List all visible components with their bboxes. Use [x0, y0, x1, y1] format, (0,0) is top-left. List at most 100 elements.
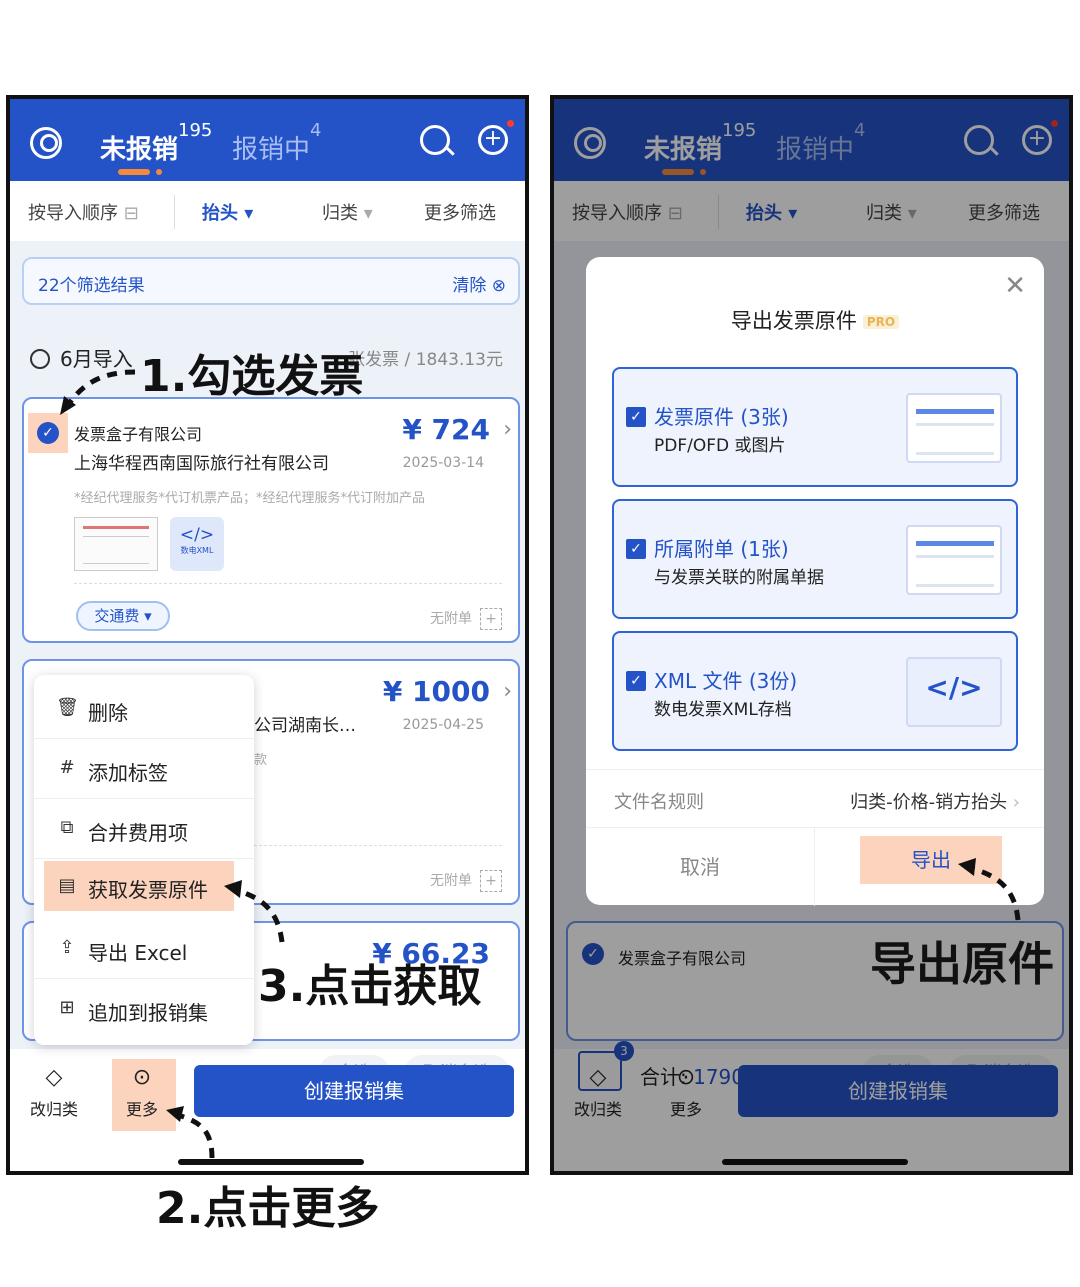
filter-result-bar: 22个筛选结果 清除 ⊗ — [22, 257, 520, 305]
menu-item-merge[interactable]: ⧉ 合并费用项 — [34, 799, 254, 859]
tab-count: 195 — [178, 120, 213, 142]
menu-item-append-report[interactable]: ⊞ 追加到报销集 — [34, 979, 254, 1039]
more-filter-label: 更多筛选 — [424, 203, 496, 224]
recategorize-label: 改归类 — [30, 1100, 79, 1119]
xml-code-icon: </> — [906, 657, 1002, 727]
option-attachments[interactable]: ✓ 所属附单 (1张) 与发票关联的附属单据 — [612, 499, 1018, 619]
search-icon[interactable] — [420, 125, 450, 155]
tab-in-progress[interactable]: 报销中4 — [232, 120, 321, 166]
checkbox-checked-icon[interactable]: ✓ — [626, 407, 646, 427]
attachment-status[interactable]: 无附单 + — [430, 867, 502, 893]
checked-icon[interactable]: ✓ — [37, 422, 59, 444]
attachment-status[interactable]: 无附单 + — [430, 605, 502, 631]
clear-button[interactable]: 清除 ⊗ — [452, 271, 506, 296]
tab-label: 报销中 — [232, 135, 311, 165]
home-indicator — [178, 1159, 364, 1165]
tab-label: 未报销 — [100, 135, 179, 165]
divider — [74, 583, 502, 584]
annotation-step1: 1.勾选发票 — [140, 351, 364, 402]
category-label: 归类 — [322, 203, 358, 224]
invoice-date: 2025-03-14 — [402, 455, 484, 471]
group-header[interactable]: 6月导入 — [30, 343, 133, 372]
export-button[interactable]: 导出 — [860, 836, 1002, 884]
group-summary: 张发票 / 1843.13元 — [348, 350, 503, 370]
chevron-right-icon[interactable]: › — [503, 679, 512, 704]
cancel-button[interactable]: 取消 — [586, 828, 815, 906]
more-dots-icon: ⊙ — [132, 1065, 152, 1090]
invoice-amount: ¥ 1000 — [382, 675, 490, 708]
create-report-button[interactable]: 创建报销集 — [194, 1065, 514, 1117]
option-xml-files[interactable]: ✓ XML 文件 (3份) 数电发票XML存档 </> — [612, 631, 1018, 751]
divider — [174, 195, 175, 229]
tag-label: 交通费 — [94, 607, 140, 625]
dialog-footer: 取消 导出 — [586, 827, 1044, 906]
more-label: 更多 — [126, 1100, 159, 1119]
buyer-name: 公司湖南长… — [254, 716, 356, 736]
sort-icon: ⊟ — [123, 203, 139, 224]
more-button[interactable]: ⊙ 更多 — [126, 1065, 158, 1120]
chevron-right-icon: › — [1007, 792, 1020, 813]
document-icon: ▤ — [58, 875, 76, 896]
add-icon[interactable]: + — [478, 120, 514, 155]
pro-badge: PRO — [862, 315, 900, 329]
group-checkbox[interactable] — [30, 349, 50, 369]
file-name-rule-row[interactable]: 文件名规则 归类-价格-销方抬头 › — [586, 769, 1044, 825]
tab-unreimbursed[interactable]: 未报销195 — [100, 120, 212, 175]
phone-screen-right: 未报销195 报销中4 + 按导入顺序 ⊟ 抬头 ▾ 归类 ▾ 更多筛选 ✓ 发… — [550, 95, 1073, 1175]
menu-item-label: 添加标签 — [88, 761, 168, 785]
dialog-title: 导出发票原件 PRO — [586, 305, 1044, 335]
option-title: XML 文件 (3份) — [654, 669, 798, 693]
group-label: 6月导入 — [60, 347, 133, 371]
trash-icon: 🗑 — [56, 697, 79, 718]
add-attachment-icon: + — [480, 608, 502, 630]
invoice-date: 2025-04-25 — [402, 717, 484, 733]
invoice-description: 款 — [254, 753, 268, 768]
menu-item-label: 删除 — [88, 701, 128, 725]
export-dialog: ✕ 导出发票原件 PRO ✓ 发票原件 (3张) PDF/OFD 或图片 ✓ 所属… — [586, 257, 1044, 906]
file-rule-value: 归类-价格-销方抬头 — [850, 792, 1008, 813]
buyer-filter[interactable]: 抬头 ▾ — [202, 199, 253, 225]
close-icon[interactable]: ✕ — [1004, 271, 1026, 301]
hash-icon: # — [59, 757, 75, 778]
invoice-thumbnail[interactable] — [74, 517, 158, 571]
category-tag[interactable]: 交通费 ▾ — [76, 601, 170, 631]
clear-label: 清除 — [452, 276, 487, 296]
buyer-label: 抬头 — [202, 203, 238, 224]
profile-icon[interactable] — [30, 127, 62, 159]
option-subtitle: 与发票关联的附属单据 — [654, 568, 824, 588]
checkbox-checked-icon[interactable]: ✓ — [626, 671, 646, 691]
more-menu: 🗑 删除 # 添加标签 ⧉ 合并费用项 ▤ 获取发票原件 ⇪ 导出 Excel ⊞ 追加到报… — [34, 675, 254, 1045]
more-filter[interactable]: 更多筛选 — [424, 199, 496, 225]
annotation-step3: 3.点击获取 — [258, 961, 482, 1012]
menu-item-add-tag[interactable]: # 添加标签 — [34, 739, 254, 799]
option-title: 所属附单 (1张) — [654, 537, 789, 561]
add-attachment-icon: + — [480, 870, 502, 892]
menu-item-label: 导出 Excel — [88, 941, 188, 965]
top-header: 未报销195 报销中4 + — [10, 99, 525, 181]
menu-item-get-original[interactable]: ▤ 获取发票原件 — [44, 861, 234, 911]
file-rule-label: 文件名规则 — [614, 792, 704, 813]
menu-item-label: 合并费用项 — [88, 821, 188, 845]
category-filter[interactable]: 归类 ▾ — [322, 199, 373, 225]
recategorize-button[interactable]: ◇ 改归类 — [30, 1065, 78, 1120]
file-rule-value-wrap: 归类-价格-销方抬头 › — [850, 788, 1020, 814]
menu-item-label: 获取发票原件 — [88, 878, 208, 902]
chevron-right-icon[interactable]: › — [503, 417, 512, 442]
tab-count: 4 — [310, 120, 322, 142]
invoice-document-icon — [906, 393, 1002, 463]
attachment-label: 无附单 — [430, 611, 472, 627]
menu-item-export-excel[interactable]: ⇪ 导出 Excel — [34, 919, 254, 979]
xml-thumbnail[interactable]: </> 数电XML — [170, 517, 224, 571]
invoice-card[interactable]: ✓ 发票盒子有限公司 上海华程西南国际旅行社有限公司 ¥ 724 › 2025-… — [22, 397, 520, 643]
attachment-label: 无附单 — [430, 873, 472, 889]
option-subtitle: 数电发票XML存档 — [654, 700, 792, 720]
dialog-title-text: 导出发票原件 — [730, 309, 857, 333]
result-count: 22个筛选结果 — [38, 276, 145, 296]
sort-filter[interactable]: 按导入顺序 ⊟ — [28, 199, 139, 225]
xml-caption: 数电XML — [180, 546, 214, 555]
filter-bar: 按导入顺序 ⊟ 抬头 ▾ 归类 ▾ 更多筛选 — [10, 181, 525, 241]
menu-item-delete[interactable]: 🗑 删除 — [34, 679, 254, 739]
option-original-invoices[interactable]: ✓ 发票原件 (3张) PDF/OFD 或图片 — [612, 367, 1018, 487]
attachment-document-icon — [906, 525, 1002, 595]
checkbox-checked-icon[interactable]: ✓ — [626, 539, 646, 559]
